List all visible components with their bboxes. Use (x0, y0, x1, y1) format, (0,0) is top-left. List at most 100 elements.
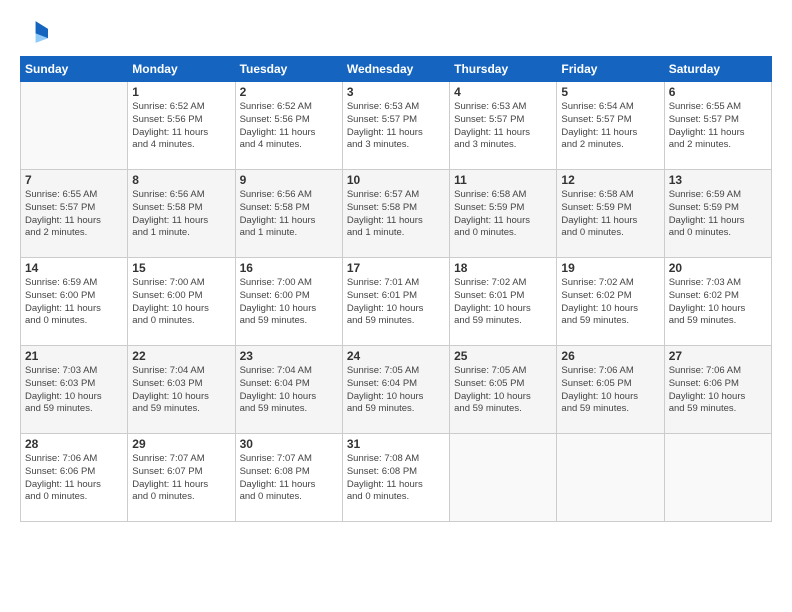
calendar-cell: 4Sunrise: 6:53 AM Sunset: 5:57 PM Daylig… (450, 82, 557, 170)
calendar-cell: 11Sunrise: 6:58 AM Sunset: 5:59 PM Dayli… (450, 170, 557, 258)
cell-info: Sunrise: 7:07 AM Sunset: 6:08 PM Dayligh… (240, 453, 338, 504)
calendar-cell: 22 Sunrise: 7:04 AM Sunset: 6:03 PM Dayli… (128, 346, 235, 434)
cell-info: Sunrise: 7:06 AM Sunset: 6:06 PM Dayligh… (25, 453, 123, 504)
calendar-cell: 2Sunrise: 6:52 AM Sunset: 5:56 PM Daylig… (235, 82, 342, 170)
day-number: 28 (25, 437, 123, 451)
day-number: 29 (132, 437, 230, 451)
cell-info: Sunrise: 6:52 AM Sunset: 5:56 PM Dayligh… (240, 101, 338, 152)
calendar-header-tuesday: Tuesday (235, 57, 342, 82)
day-number: 31 (347, 437, 445, 451)
calendar-week-row: 7 Sunrise: 6:55 AM Sunset: 5:57 PM Daylig… (21, 170, 772, 258)
cell-info: Sunrise: 7:08 AM Sunset: 6:08 PM Dayligh… (347, 453, 445, 504)
cell-info: Sunrise: 6:53 AM Sunset: 5:57 PM Dayligh… (347, 101, 445, 152)
cell-info: Sunrise: 7:02 AM Sunset: 6:01 PM Dayligh… (454, 277, 552, 328)
logo (20, 18, 52, 46)
calendar-cell (557, 434, 664, 522)
day-number: 3 (347, 85, 445, 99)
calendar-cell: 23 Sunrise: 7:04 AM Sunset: 6:04 PM Dayli… (235, 346, 342, 434)
day-number: 25 (454, 349, 552, 363)
calendar-week-row: 14Sunrise: 6:59 AM Sunset: 6:00 PM Dayli… (21, 258, 772, 346)
calendar-header-saturday: Saturday (664, 57, 771, 82)
cell-info: Sunrise: 6:59 AM Sunset: 6:00 PM Dayligh… (25, 277, 123, 328)
day-number: 13 (669, 173, 767, 187)
calendar-cell: 29 Sunrise: 7:07 AM Sunset: 6:07 PM Dayli… (128, 434, 235, 522)
calendar-cell: 14Sunrise: 6:59 AM Sunset: 6:00 PM Dayli… (21, 258, 128, 346)
cell-info: Sunrise: 7:03 AM Sunset: 6:02 PM Dayligh… (669, 277, 767, 328)
calendar-cell: 31 Sunrise: 7:08 AM Sunset: 6:08 PM Dayli… (342, 434, 449, 522)
calendar-cell: 26Sunrise: 7:06 AM Sunset: 6:05 PM Dayli… (557, 346, 664, 434)
cell-info: Sunrise: 7:04 AM Sunset: 6:03 PM Dayligh… (132, 365, 230, 416)
day-number: 27 (669, 349, 767, 363)
day-number: 7 (25, 173, 123, 187)
cell-info: Sunrise: 6:58 AM Sunset: 5:59 PM Dayligh… (561, 189, 659, 240)
cell-info: Sunrise: 6:57 AM Sunset: 5:58 PM Dayligh… (347, 189, 445, 240)
logo-icon (20, 18, 48, 46)
calendar-header-wednesday: Wednesday (342, 57, 449, 82)
cell-info: Sunrise: 7:07 AM Sunset: 6:07 PM Dayligh… (132, 453, 230, 504)
day-number: 11 (454, 173, 552, 187)
cell-info: Sunrise: 7:04 AM Sunset: 6:04 PM Dayligh… (240, 365, 338, 416)
cell-info: Sunrise: 7:00 AM Sunset: 6:00 PM Dayligh… (132, 277, 230, 328)
day-number: 17 (347, 261, 445, 275)
calendar-header-row: SundayMondayTuesdayWednesdayThursdayFrid… (21, 57, 772, 82)
calendar-cell (664, 434, 771, 522)
cell-info: Sunrise: 6:59 AM Sunset: 5:59 PM Dayligh… (669, 189, 767, 240)
calendar-cell: 17 Sunrise: 7:01 AM Sunset: 6:01 PM Dayli… (342, 258, 449, 346)
cell-info: Sunrise: 6:56 AM Sunset: 5:58 PM Dayligh… (240, 189, 338, 240)
day-number: 19 (561, 261, 659, 275)
day-number: 6 (669, 85, 767, 99)
calendar-cell: 5 Sunrise: 6:54 AM Sunset: 5:57 PM Daylig… (557, 82, 664, 170)
day-number: 10 (347, 173, 445, 187)
calendar: SundayMondayTuesdayWednesdayThursdayFrid… (20, 56, 772, 522)
calendar-cell: 25 Sunrise: 7:05 AM Sunset: 6:05 PM Dayli… (450, 346, 557, 434)
day-number: 9 (240, 173, 338, 187)
cell-info: Sunrise: 6:52 AM Sunset: 5:56 PM Dayligh… (132, 101, 230, 152)
day-number: 22 (132, 349, 230, 363)
calendar-cell: 28 Sunrise: 7:06 AM Sunset: 6:06 PM Dayli… (21, 434, 128, 522)
calendar-cell: 24 Sunrise: 7:05 AM Sunset: 6:04 PM Dayli… (342, 346, 449, 434)
calendar-cell: 12 Sunrise: 6:58 AM Sunset: 5:59 PM Dayli… (557, 170, 664, 258)
calendar-cell: 18 Sunrise: 7:02 AM Sunset: 6:01 PM Dayli… (450, 258, 557, 346)
calendar-cell: 13 Sunrise: 6:59 AM Sunset: 5:59 PM Dayli… (664, 170, 771, 258)
calendar-cell: 16Sunrise: 7:00 AM Sunset: 6:00 PM Dayli… (235, 258, 342, 346)
day-number: 23 (240, 349, 338, 363)
cell-info: Sunrise: 7:06 AM Sunset: 6:06 PM Dayligh… (669, 365, 767, 416)
calendar-header-sunday: Sunday (21, 57, 128, 82)
cell-info: Sunrise: 6:55 AM Sunset: 5:57 PM Dayligh… (669, 101, 767, 152)
day-number: 8 (132, 173, 230, 187)
calendar-week-row: 28 Sunrise: 7:06 AM Sunset: 6:06 PM Dayli… (21, 434, 772, 522)
calendar-cell: 30 Sunrise: 7:07 AM Sunset: 6:08 PM Dayli… (235, 434, 342, 522)
cell-info: Sunrise: 6:55 AM Sunset: 5:57 PM Dayligh… (25, 189, 123, 240)
cell-info: Sunrise: 7:03 AM Sunset: 6:03 PM Dayligh… (25, 365, 123, 416)
day-number: 24 (347, 349, 445, 363)
cell-info: Sunrise: 6:54 AM Sunset: 5:57 PM Dayligh… (561, 101, 659, 152)
calendar-cell (21, 82, 128, 170)
cell-info: Sunrise: 6:56 AM Sunset: 5:58 PM Dayligh… (132, 189, 230, 240)
calendar-week-row: 1Sunrise: 6:52 AM Sunset: 5:56 PM Daylig… (21, 82, 772, 170)
cell-info: Sunrise: 6:53 AM Sunset: 5:57 PM Dayligh… (454, 101, 552, 152)
calendar-cell: 8 Sunrise: 6:56 AM Sunset: 5:58 PM Daylig… (128, 170, 235, 258)
day-number: 5 (561, 85, 659, 99)
calendar-cell: 20Sunrise: 7:03 AM Sunset: 6:02 PM Dayli… (664, 258, 771, 346)
day-number: 12 (561, 173, 659, 187)
calendar-cell: 1Sunrise: 6:52 AM Sunset: 5:56 PM Daylig… (128, 82, 235, 170)
calendar-cell: 9 Sunrise: 6:56 AM Sunset: 5:58 PM Daylig… (235, 170, 342, 258)
day-number: 21 (25, 349, 123, 363)
header (20, 18, 772, 46)
calendar-cell: 6 Sunrise: 6:55 AM Sunset: 5:57 PM Daylig… (664, 82, 771, 170)
cell-info: Sunrise: 7:00 AM Sunset: 6:00 PM Dayligh… (240, 277, 338, 328)
day-number: 15 (132, 261, 230, 275)
calendar-cell: 7 Sunrise: 6:55 AM Sunset: 5:57 PM Daylig… (21, 170, 128, 258)
calendar-header-friday: Friday (557, 57, 664, 82)
calendar-week-row: 21 Sunrise: 7:03 AM Sunset: 6:03 PM Dayli… (21, 346, 772, 434)
cell-info: Sunrise: 7:01 AM Sunset: 6:01 PM Dayligh… (347, 277, 445, 328)
cell-info: Sunrise: 7:05 AM Sunset: 6:04 PM Dayligh… (347, 365, 445, 416)
calendar-header-thursday: Thursday (450, 57, 557, 82)
calendar-cell: 10 Sunrise: 6:57 AM Sunset: 5:58 PM Dayli… (342, 170, 449, 258)
day-number: 26 (561, 349, 659, 363)
calendar-cell (450, 434, 557, 522)
day-number: 30 (240, 437, 338, 451)
cell-info: Sunrise: 7:05 AM Sunset: 6:05 PM Dayligh… (454, 365, 552, 416)
calendar-cell: 15 Sunrise: 7:00 AM Sunset: 6:00 PM Dayli… (128, 258, 235, 346)
day-number: 18 (454, 261, 552, 275)
